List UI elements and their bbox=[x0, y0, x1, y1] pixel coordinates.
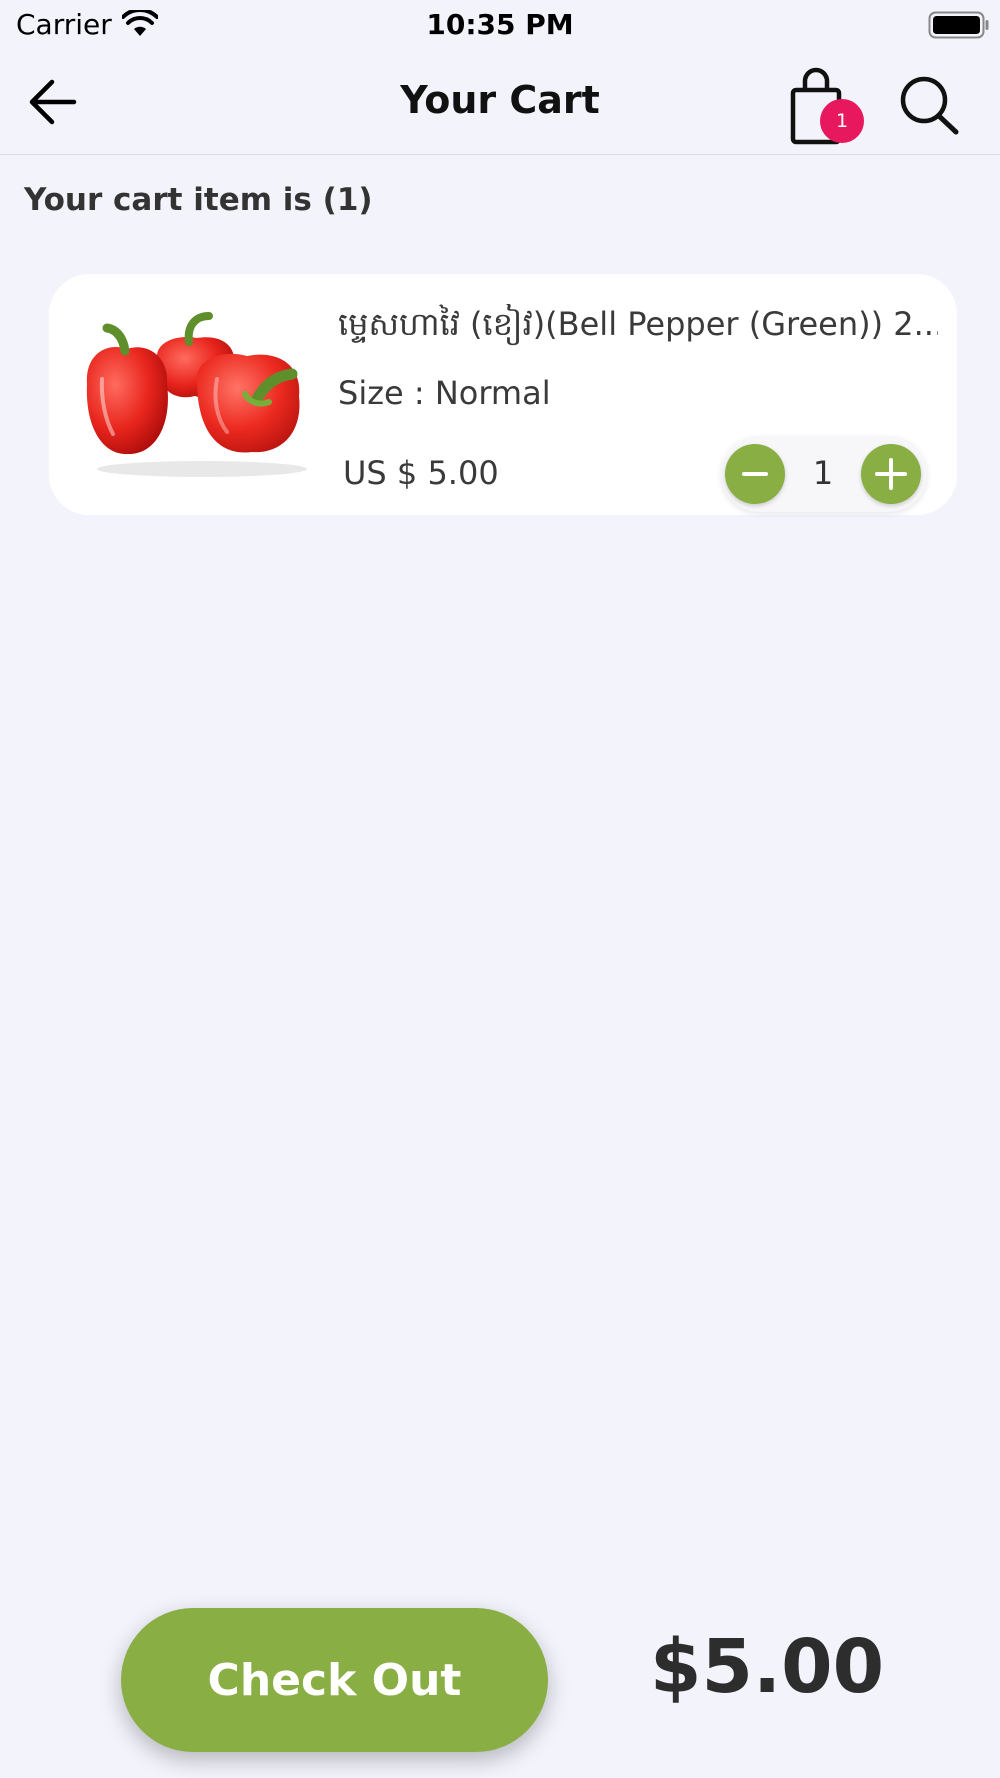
product-name: ម្ទេសហាវៃ (ខៀវ)(Bell Pepper (Green)) 2..… bbox=[338, 305, 938, 343]
quantity-stepper: 1 bbox=[721, 436, 927, 512]
product-size: Size : Normal bbox=[338, 374, 551, 412]
checkout-button[interactable]: Check Out bbox=[121, 1608, 548, 1752]
cart-badge: 1 bbox=[820, 99, 864, 143]
product-price: US $ 5.00 bbox=[343, 454, 499, 492]
battery-icon bbox=[928, 11, 989, 39]
product-image bbox=[86, 312, 307, 477]
increase-quantity-button[interactable] bbox=[861, 444, 921, 504]
quantity-value: 1 bbox=[812, 454, 834, 492]
cart-screen: Carrier 10:35 PM Your Cart 1 Your cart i… bbox=[0, 0, 1000, 1778]
nav-bar: Your Cart 1 bbox=[0, 50, 1000, 155]
cart-item-card[interactable]: ម្ទេសហាវៃ (ខៀវ)(Bell Pepper (Green)) 2..… bbox=[49, 274, 957, 515]
decrease-quantity-button[interactable] bbox=[725, 444, 785, 504]
cart-count-heading: Your cart item is (1) bbox=[24, 182, 373, 218]
status-time: 10:35 PM bbox=[426, 8, 574, 41]
status-bar: Carrier 10:35 PM bbox=[0, 0, 1000, 50]
cart-total: $5.00 bbox=[650, 1624, 885, 1710]
search-icon[interactable] bbox=[896, 72, 964, 138]
